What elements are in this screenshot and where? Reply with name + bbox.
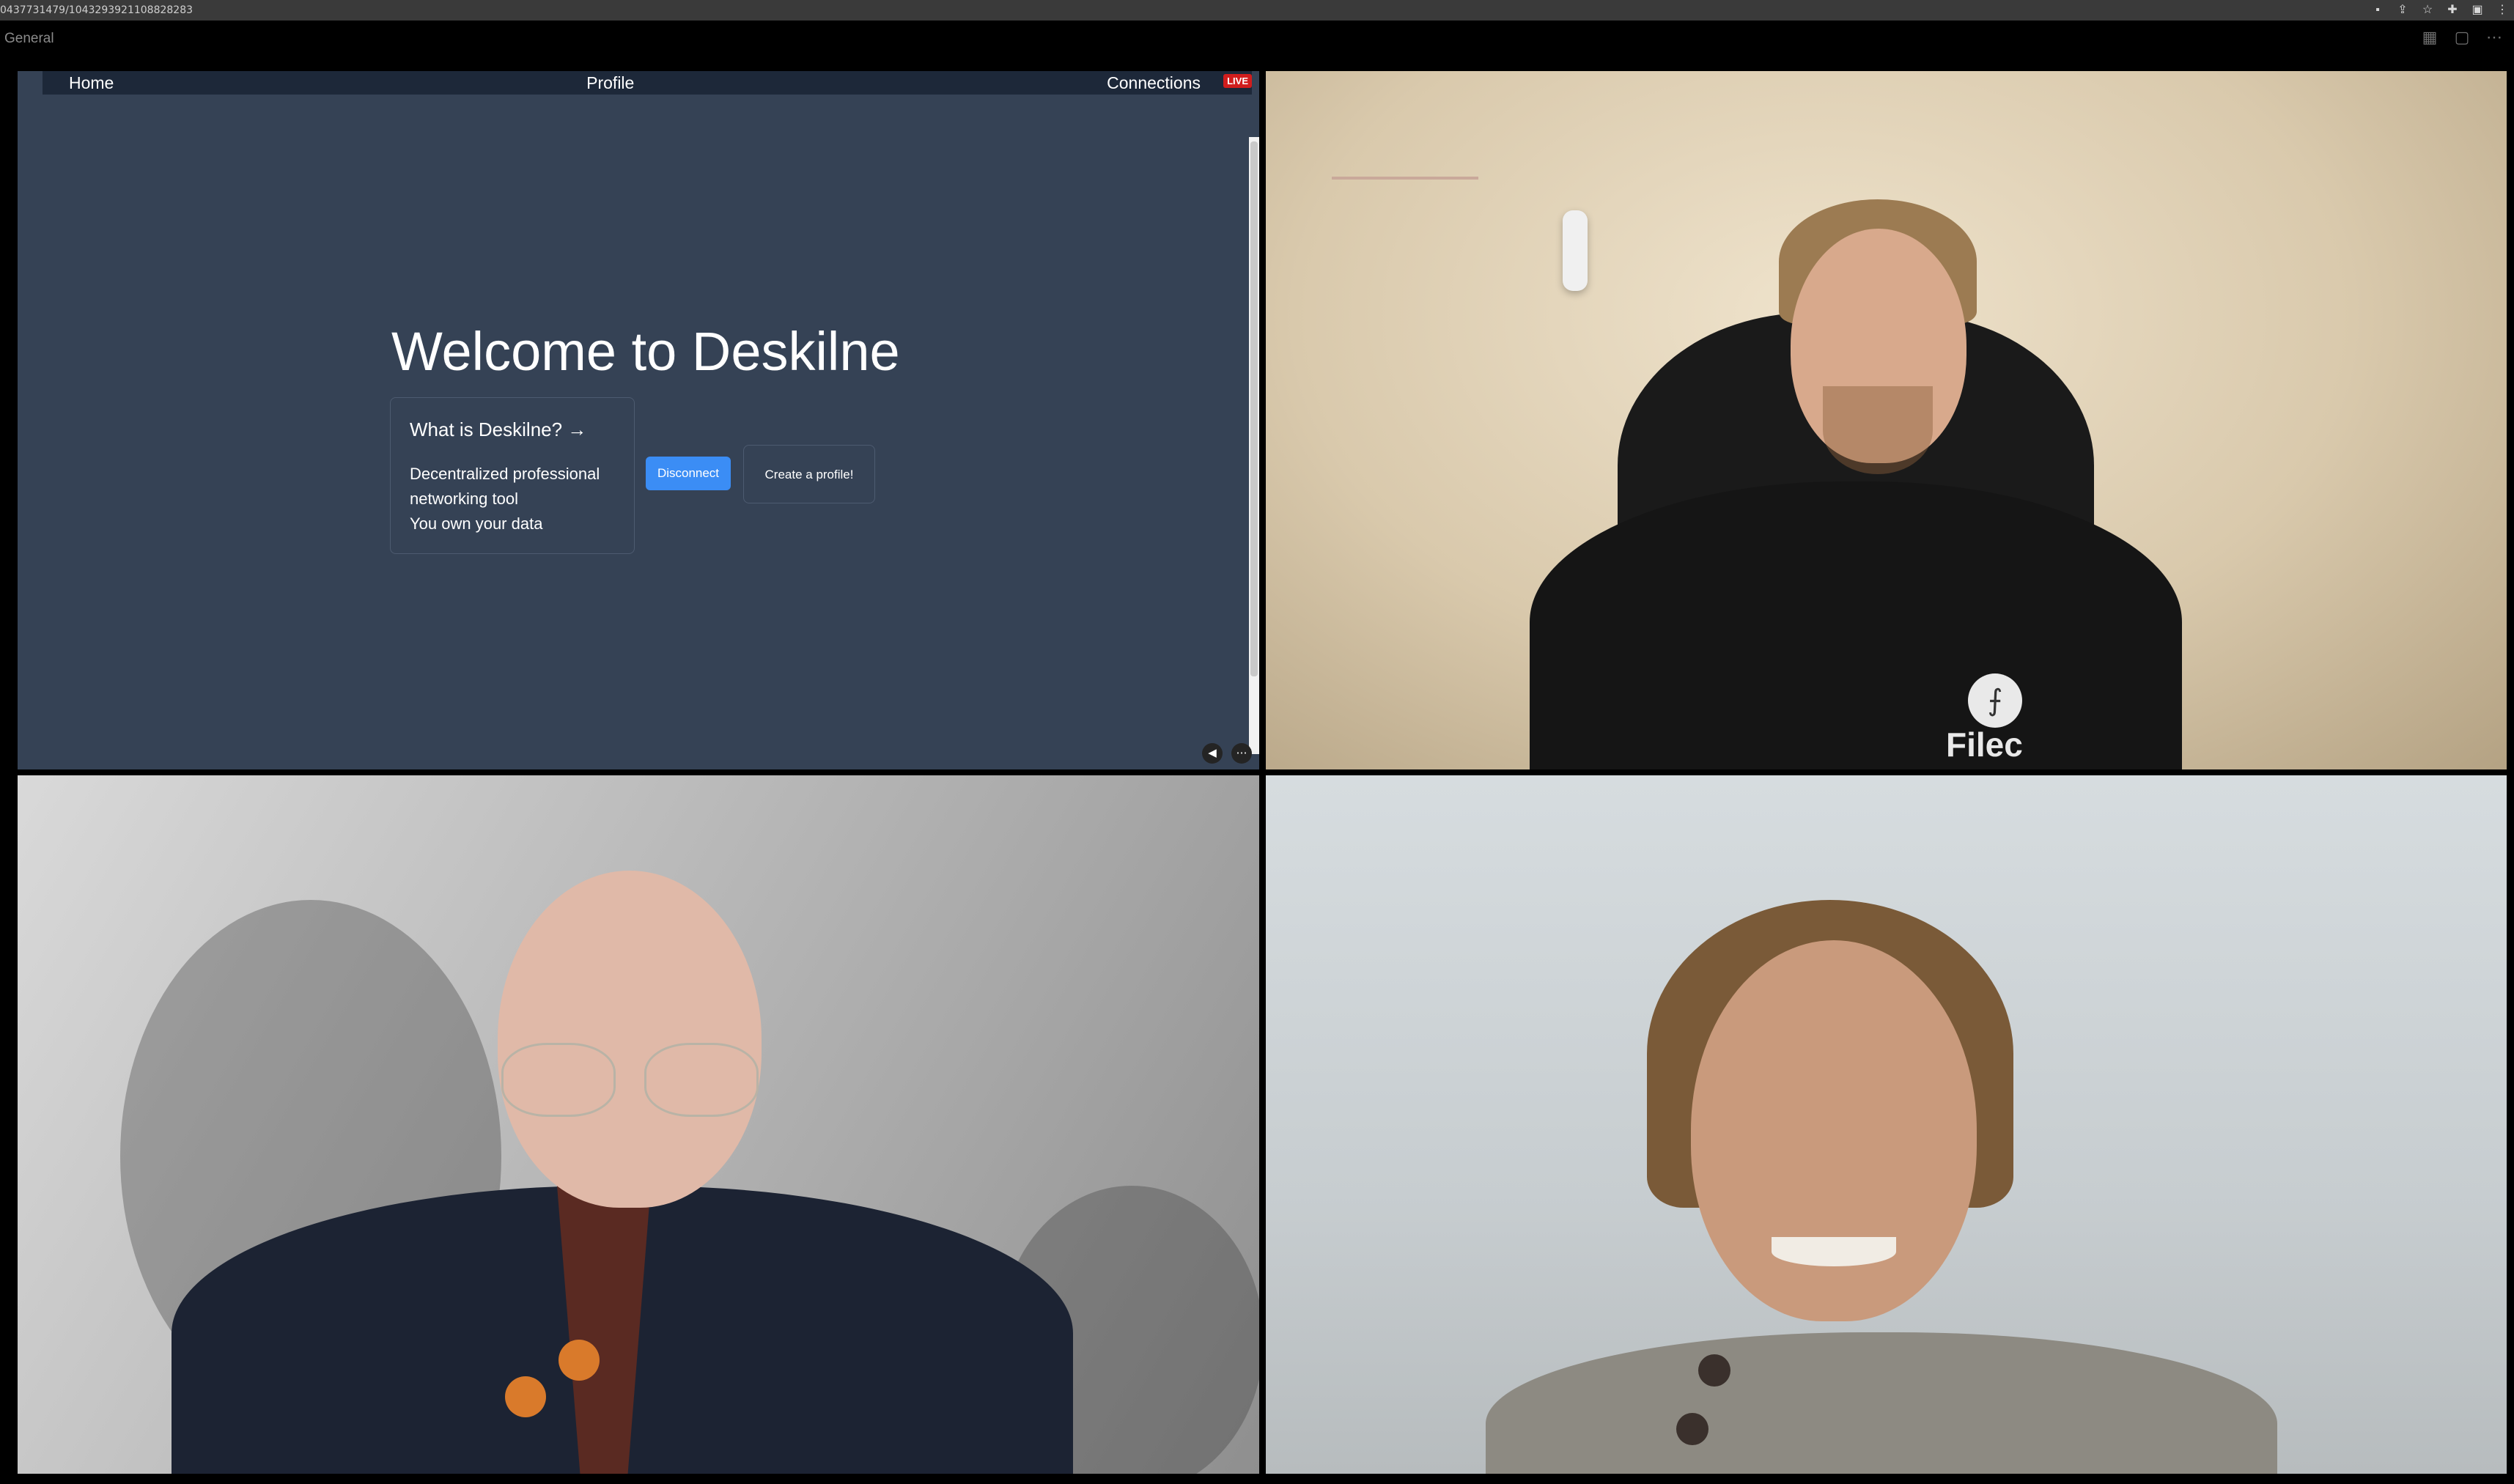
participant-video-tile[interactable]: ⨍ Filec xyxy=(1266,71,2507,769)
address-text[interactable]: 0437731479/1043293921108828283 xyxy=(0,4,193,16)
bald-head xyxy=(498,871,762,1208)
volume-icon[interactable]: ◀ xyxy=(1202,743,1223,764)
scrollbar-thumb[interactable] xyxy=(1250,141,1258,676)
participant-video-tile[interactable] xyxy=(18,775,1259,1474)
cardigan xyxy=(1486,1332,2277,1474)
hoodie xyxy=(1530,481,2182,769)
glasses-right-lens xyxy=(644,1043,759,1117)
info-card-line: You own your data xyxy=(410,514,543,533)
sweater-button xyxy=(559,1340,600,1381)
star-icon[interactable]: ☆ xyxy=(2420,3,2435,18)
browser-top-bar: 0437731479/1043293921108828283 ▪ ⇪ ☆ ✚ ▣… xyxy=(0,0,2514,21)
app-navbar: Home Profile Connections xyxy=(43,71,1252,95)
more-icon[interactable]: ⋮ xyxy=(2495,3,2510,18)
cardigan-button xyxy=(1676,1413,1708,1445)
cardigan-button xyxy=(1698,1354,1730,1387)
hoodie-logo-text: Filec xyxy=(1946,726,2023,764)
nav-connections-link[interactable]: Connections xyxy=(1107,73,1201,93)
bottom-strip xyxy=(0,1474,2514,1484)
disconnect-button[interactable]: Disconnect xyxy=(646,457,731,490)
live-badge: LIVE xyxy=(1223,74,1252,88)
filecoin-logo-icon: ⨍ xyxy=(1968,673,2022,728)
camera-icon[interactable]: ▪ xyxy=(2370,3,2385,18)
participant-video-tile[interactable] xyxy=(1266,775,2507,1474)
create-profile-button[interactable]: Create a profile! xyxy=(743,445,875,503)
sweater-button xyxy=(505,1376,546,1417)
channel-title: General xyxy=(4,31,54,46)
participant-video xyxy=(1266,775,2507,1474)
tile-more-icon[interactable]: ⋯ xyxy=(1231,743,1252,764)
share-icon[interactable]: ⇪ xyxy=(2395,3,2410,18)
wall-phone xyxy=(1563,210,1588,291)
info-card-line: Decentralized professional xyxy=(410,465,600,483)
grid-layout-icon[interactable]: ▦ xyxy=(2420,28,2439,47)
glasses-left-lens xyxy=(501,1043,616,1117)
spotlight-layout-icon[interactable]: ▢ xyxy=(2452,28,2471,47)
info-card-title[interactable]: What is Deskilne? → xyxy=(410,418,615,441)
window-icon[interactable]: ▣ xyxy=(2470,3,2485,18)
smile xyxy=(1772,1237,1896,1266)
nav-home-link[interactable]: Home xyxy=(69,73,114,93)
welcome-heading: Welcome to Deskilne xyxy=(391,321,900,382)
info-card-line: networking tool xyxy=(410,490,518,508)
nav-profile-link[interactable]: Profile xyxy=(586,73,634,93)
beard xyxy=(1823,386,1933,474)
more-options-icon[interactable]: ⋯ xyxy=(2485,28,2504,47)
puzzle-icon[interactable]: ✚ xyxy=(2445,3,2460,18)
meeting-header: General ▦ ▢ ⋯ xyxy=(0,21,2514,72)
info-card[interactable]: What is Deskilne? → Decentralized profes… xyxy=(390,397,635,554)
participant-video xyxy=(18,775,1259,1474)
participant-video: ⨍ Filec xyxy=(1266,71,2507,769)
screen-share-tile[interactable]: Home Profile Connections LIVE Welcome to… xyxy=(18,71,1259,769)
wall-edge xyxy=(1332,177,1478,180)
